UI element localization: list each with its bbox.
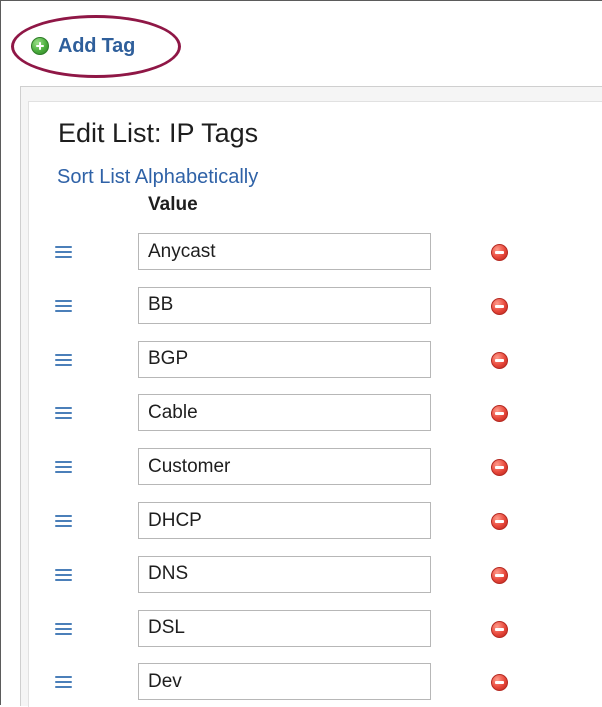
drag-handle-icon[interactable] xyxy=(55,514,72,527)
app-frame: Add Tag Edit List: IP Tags Sort List Alp… xyxy=(0,0,602,707)
drag-handle-line xyxy=(55,251,72,253)
tag-value-input[interactable] xyxy=(138,448,431,486)
list-item xyxy=(29,663,589,703)
tag-value-input[interactable] xyxy=(138,233,431,270)
edit-list-content: Edit List: IP Tags Sort List Alphabetica… xyxy=(28,101,602,707)
drag-handle-line xyxy=(55,686,72,689)
tag-value-input[interactable] xyxy=(138,663,431,701)
remove-circle-icon[interactable] xyxy=(491,351,508,369)
value-column-header: Value xyxy=(148,194,198,215)
drag-handle-icon[interactable] xyxy=(55,245,72,258)
drag-handle-icon[interactable] xyxy=(55,568,72,581)
list-item xyxy=(29,502,589,542)
remove-circle-icon[interactable] xyxy=(491,244,508,261)
list-item xyxy=(29,286,589,327)
drag-handle-line xyxy=(55,412,72,415)
add-tag-label: Add Tag xyxy=(58,34,136,57)
list-item xyxy=(29,340,589,381)
remove-circle-icon[interactable] xyxy=(491,405,508,423)
drag-handle-line xyxy=(55,256,72,258)
drag-handle-line xyxy=(55,353,72,356)
drag-handle-line xyxy=(55,304,72,307)
drag-handle-icon[interactable] xyxy=(55,299,72,312)
drag-handle-line xyxy=(55,461,72,464)
remove-circle-icon[interactable] xyxy=(491,513,508,530)
tag-value-input[interactable] xyxy=(138,340,431,378)
edit-list-panel: Edit List: IP Tags Sort List Alphabetica… xyxy=(20,86,602,707)
drag-handle-line xyxy=(55,573,72,576)
drag-handle-line xyxy=(55,407,72,410)
drag-handle-line xyxy=(55,417,72,420)
drag-handle-icon[interactable] xyxy=(55,406,72,420)
list-item xyxy=(29,233,589,273)
drag-handle-line xyxy=(55,632,72,635)
drag-handle-line xyxy=(55,471,72,474)
toolbar: Add Tag xyxy=(2,2,602,86)
drag-handle-icon[interactable] xyxy=(55,353,72,366)
drag-handle-line xyxy=(55,681,72,684)
remove-circle-icon[interactable] xyxy=(491,297,508,315)
drag-handle-icon[interactable] xyxy=(55,675,72,689)
drag-handle-line xyxy=(55,466,72,469)
drag-handle-line xyxy=(55,520,72,522)
remove-circle-icon[interactable] xyxy=(491,674,508,692)
remove-circle-icon[interactable] xyxy=(491,566,508,584)
drag-handle-icon[interactable] xyxy=(55,460,72,474)
tag-value-input[interactable] xyxy=(138,394,431,432)
sort-list-alphabetically-link[interactable]: Sort List Alphabetically xyxy=(57,166,258,189)
drag-handle-line xyxy=(55,525,72,527)
page-title: Edit List: IP Tags xyxy=(58,118,259,148)
drag-handle-line xyxy=(55,568,72,571)
drag-handle-line xyxy=(55,309,72,312)
remove-circle-icon[interactable] xyxy=(491,620,508,638)
drag-handle-line xyxy=(55,578,72,581)
list-item xyxy=(29,448,589,488)
add-tag-button[interactable]: Add Tag xyxy=(31,35,135,57)
drag-handle-line xyxy=(55,299,72,302)
tag-value-input[interactable] xyxy=(138,609,431,647)
drag-handle-icon[interactable] xyxy=(55,622,72,635)
drag-handle-line xyxy=(55,515,72,517)
drag-handle-line xyxy=(55,622,72,625)
drag-handle-line xyxy=(55,246,72,248)
drag-handle-line xyxy=(55,358,72,361)
list-item xyxy=(29,609,589,650)
list-item xyxy=(29,555,589,596)
tag-value-input[interactable] xyxy=(138,502,431,539)
drag-handle-line xyxy=(55,363,72,366)
drag-handle-line xyxy=(55,676,72,679)
tag-value-input[interactable] xyxy=(138,286,431,324)
remove-circle-icon[interactable] xyxy=(491,459,508,477)
list-item xyxy=(29,394,589,434)
tag-value-input[interactable] xyxy=(138,555,431,593)
plus-circle-icon xyxy=(31,37,49,55)
drag-handle-line xyxy=(55,627,72,630)
